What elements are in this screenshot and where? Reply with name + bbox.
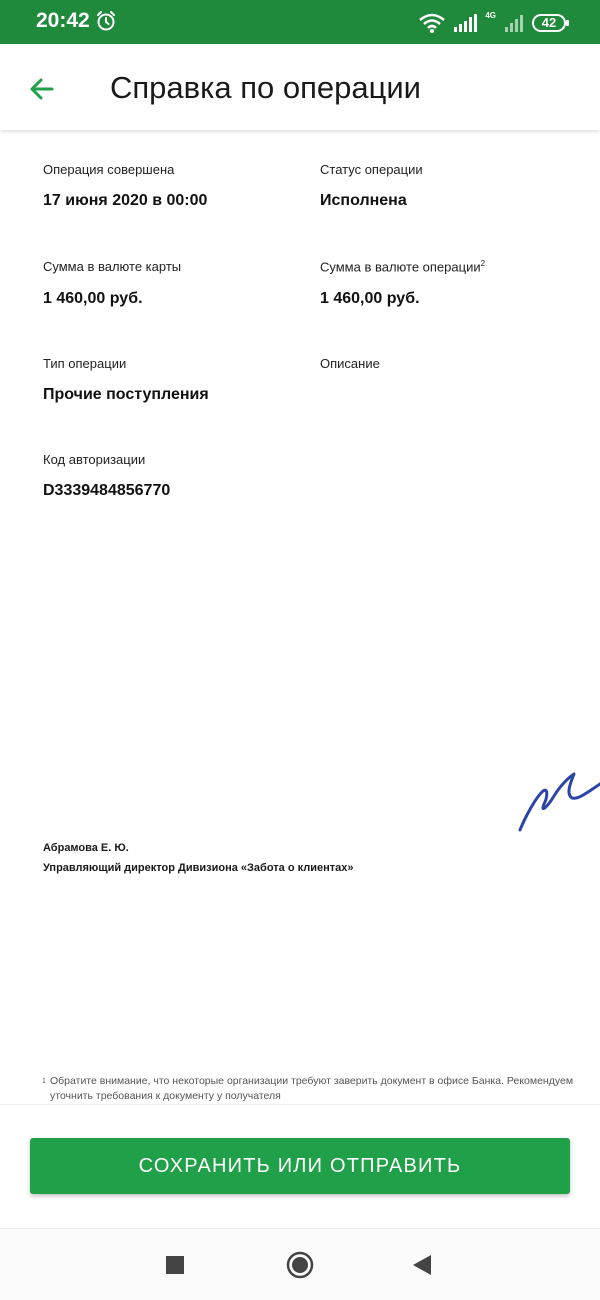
page-title: Справка по операции xyxy=(110,70,421,105)
status-bar: 20:42 4G 42 xyxy=(0,0,600,44)
status-indicators: 4G 42 xyxy=(419,11,569,34)
signer-name: Абрамова Е. Ю. xyxy=(43,842,129,854)
amount-operation-label-text: Сумма в валюте операции xyxy=(320,259,481,275)
signal-icon xyxy=(454,14,478,32)
save-or-send-button[interactable]: СОХРАНИТЬ ИЛИ ОТПРАВИТЬ xyxy=(30,1138,570,1194)
system-nav-bar xyxy=(0,1228,600,1300)
amount-card-label: Сумма в валюте карты xyxy=(43,259,182,274)
network-type-label: 4G xyxy=(485,11,496,20)
status-value: Исполнена xyxy=(320,192,407,209)
auth-code-label: Код авторизации xyxy=(43,452,146,467)
footnote-text: Обратите внимание, что некоторые организ… xyxy=(50,1075,574,1102)
amount-operation-value: 1 460,00 руб. xyxy=(320,290,420,307)
footnote-mark: 1 xyxy=(42,1078,46,1085)
battery-indicator: 42 xyxy=(532,14,569,32)
status-time: 20:42 xyxy=(36,9,90,32)
app-header: Справка по операции xyxy=(0,44,600,130)
alarm-icon xyxy=(97,11,115,31)
operation-date-value: 17 июня 2020 в 00:00 xyxy=(43,192,208,209)
divider xyxy=(0,1104,600,1105)
status-label: Статус операции xyxy=(320,162,423,177)
signer-position: Управляющий директор Дивизиона «Забота о… xyxy=(43,862,354,874)
operation-type-label: Тип операции xyxy=(43,356,127,371)
operation-type-value: Прочие поступления xyxy=(43,386,209,403)
signal-secondary-icon xyxy=(505,15,523,32)
amount-card-value: 1 460,00 руб. xyxy=(43,290,143,307)
amount-operation-label: Сумма в валюте операции2 xyxy=(320,259,485,274)
description-label: Описание xyxy=(320,356,380,371)
footnote: 1 Обратите внимание, что некоторые орган… xyxy=(42,1074,594,1104)
operation-date-label: Операция совершена xyxy=(43,162,175,177)
signature-image xyxy=(518,772,600,832)
square-icon[interactable] xyxy=(166,1256,184,1274)
circle-icon[interactable] xyxy=(286,1251,314,1279)
triangle-back-icon[interactable] xyxy=(412,1254,432,1276)
battery-level: 42 xyxy=(541,15,557,30)
wifi-icon xyxy=(419,13,446,33)
footnote-mark-2: 2 xyxy=(480,259,486,268)
arrow-left-icon[interactable] xyxy=(22,68,64,110)
auth-code-value: D3339484856770 xyxy=(43,482,171,499)
